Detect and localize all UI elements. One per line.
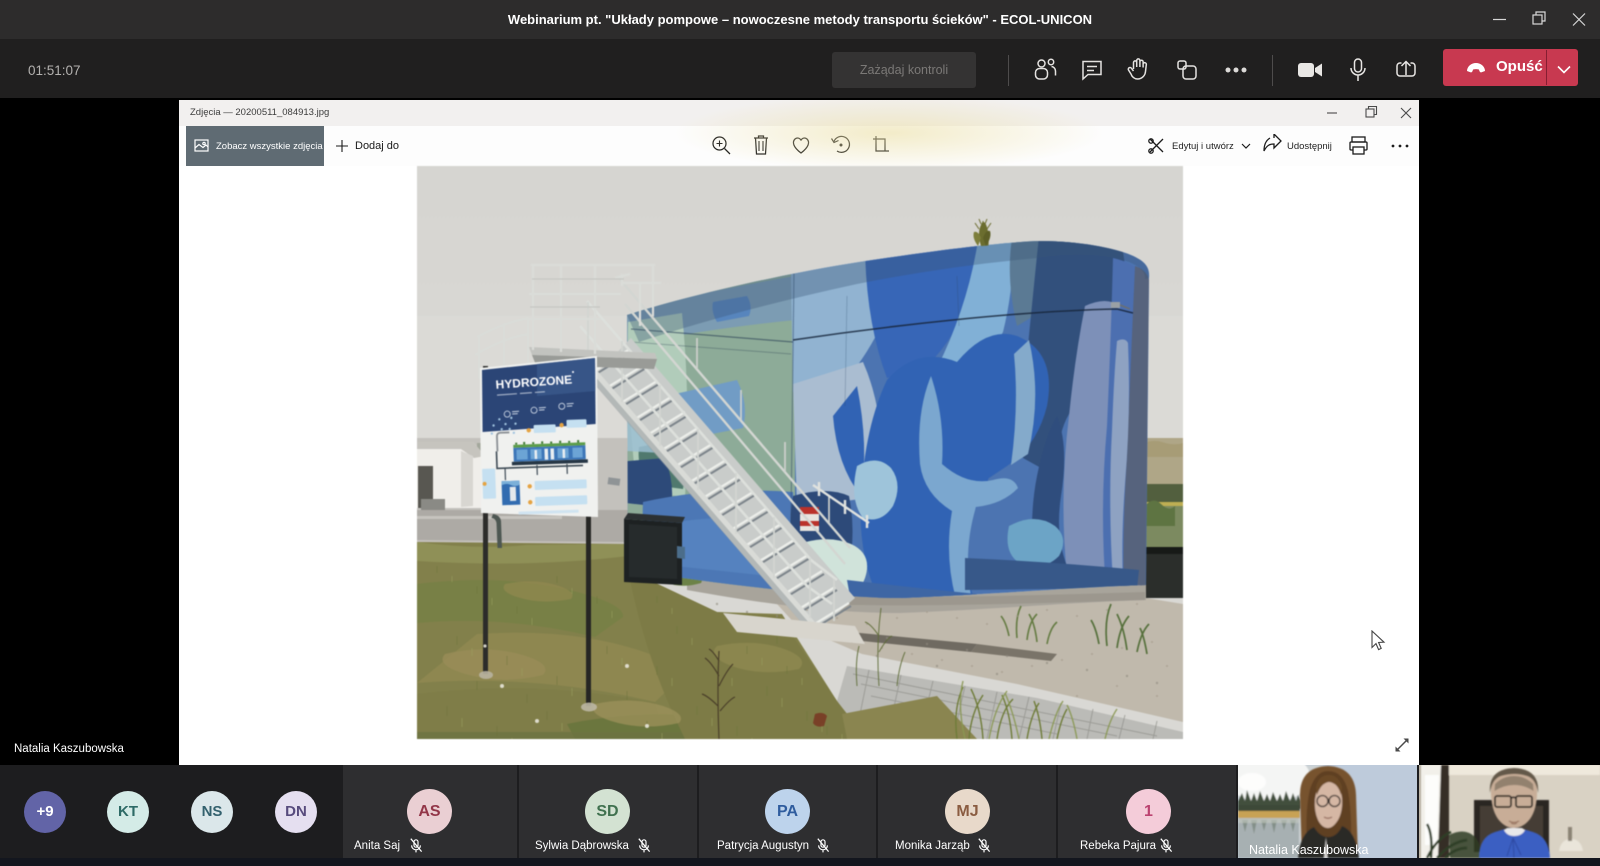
svg-text:Natalia Kaszubowska: Natalia Kaszubowska: [1249, 843, 1369, 857]
